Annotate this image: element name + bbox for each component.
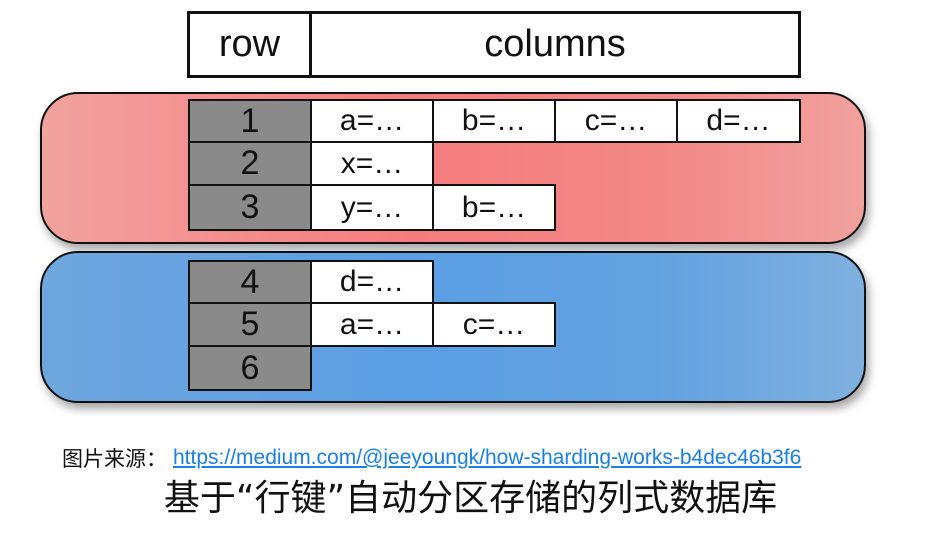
cell-row3-y: y=… [310,184,434,231]
cell-row1-b: b=… [432,99,556,143]
row-key-5: 5 [188,302,312,347]
cell-row4-d: d=… [310,260,434,304]
cell-row1-a: a=… [310,99,434,143]
cell-row5-a: a=… [310,302,434,347]
caption: 基于“行键”自动分区存储的列式数据库 [163,478,778,519]
row-key-6: 6 [188,345,312,391]
columns-header: columns [309,11,801,78]
cell-row1-d: d=… [676,99,801,143]
cell-row5-c: c=… [432,302,556,347]
source-link[interactable]: https://medium.com/@jeeyoungk/how-shardi… [173,446,801,470]
row-key-1: 1 [188,99,312,143]
cell-row2-x: x=… [310,141,434,186]
cell-row3-b: b=… [432,184,556,231]
row-header: row [187,11,312,78]
image-source: 图片来源： https://medium.com/@jeeyoungk/how-… [62,444,801,472]
row-key-4: 4 [188,260,312,304]
cell-row1-c: c=… [554,99,678,143]
source-label: 图片来源： [62,448,167,471]
row-key-3: 3 [188,184,312,231]
row-key-2: 2 [188,141,312,186]
